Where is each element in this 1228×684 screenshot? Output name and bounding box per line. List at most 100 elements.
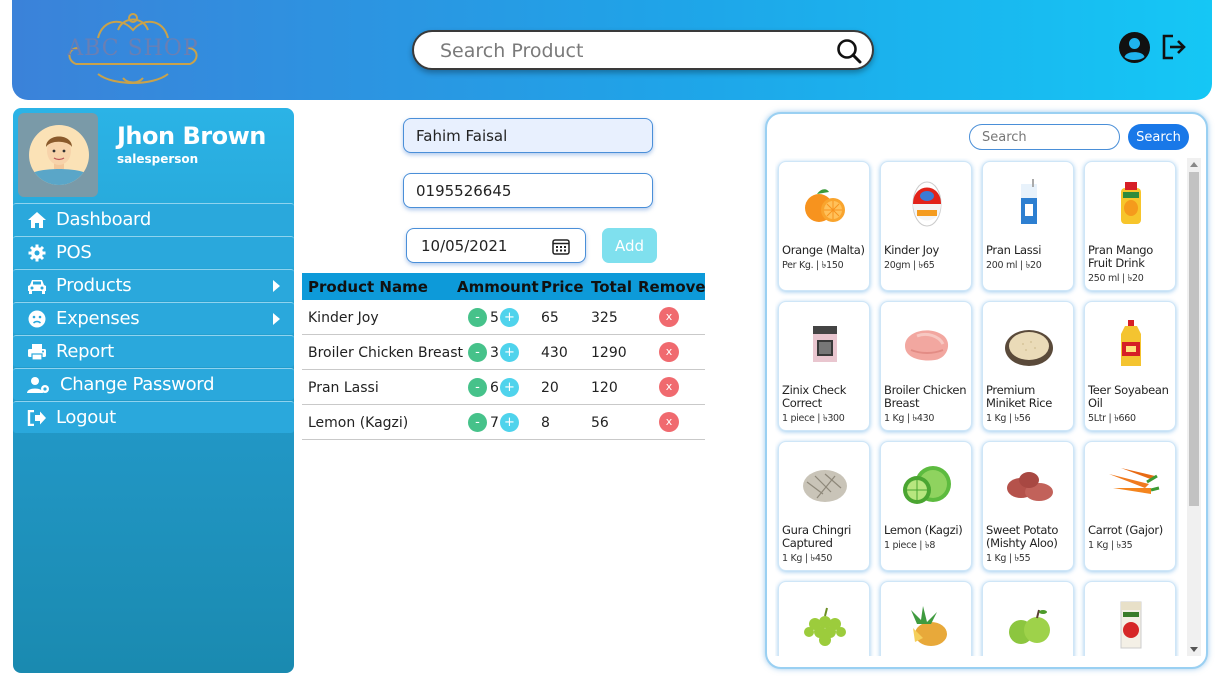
product-card[interactable]: Teer Soyabean Oil 5Ltr | ৳660: [1084, 301, 1176, 431]
product-panel: Search Orange (Malta) Per Kg. | ৳150 Kin: [765, 112, 1208, 669]
cell-price: 65: [541, 310, 559, 326]
product-name: Teer Soyabean Oil: [1088, 383, 1169, 410]
sidebar: Jhon Brown salesperson Dashboard POS Pro…: [13, 108, 294, 673]
product-meta: Per Kg. | ৳150: [782, 260, 844, 271]
panel-search-button[interactable]: Search: [1128, 124, 1189, 150]
cell-total: 325: [591, 310, 618, 326]
printer-icon: [26, 341, 48, 363]
sidebar-item-label: Products: [56, 275, 132, 296]
product-search-input[interactable]: [440, 38, 820, 64]
sidebar-item-products[interactable]: Products: [13, 269, 294, 301]
cell-price: 20: [541, 380, 559, 396]
chicken-breast-icon: [905, 330, 949, 361]
product-name: Broiler Chicken Breast: [884, 383, 967, 410]
product-card[interactable]: Lemon (Kagzi) 1 piece | ৳8: [880, 441, 972, 571]
product-card[interactable]: [778, 581, 870, 656]
profile-name: Jhon Brown: [117, 122, 266, 150]
avatar: [18, 113, 98, 197]
product-card[interactable]: Sweet Potato (Mishty Aloo) 1 Kg | ৳55: [982, 441, 1074, 571]
logout-icon[interactable]: [1161, 33, 1187, 61]
product-name: Pran Mango Fruit Drink: [1088, 243, 1154, 270]
product-meta: 1 Kg | ৳450: [782, 553, 833, 564]
table-row: Pran Lassi - 6 + 20 120 x: [302, 370, 705, 405]
mango-drink-icon: [1121, 182, 1141, 224]
user-profile: Jhon Brown salesperson: [13, 108, 294, 202]
avatar-image: [29, 125, 89, 185]
sweet-potato-icon: [1007, 472, 1053, 501]
sidebar-item-change-password[interactable]: Change Password: [13, 368, 294, 400]
product-name: Pran Lassi: [986, 243, 1042, 257]
scroll-up-icon[interactable]: [1190, 162, 1198, 167]
remove-item-button[interactable]: x: [659, 342, 679, 362]
increase-qty-button[interactable]: +: [500, 413, 519, 432]
product-name: Lemon (Kagzi): [884, 523, 963, 537]
shop-logo[interactable]: ABC SHOP: [58, 8, 208, 88]
user-account-icon[interactable]: [1118, 31, 1151, 64]
lassi-pack-icon: [1021, 179, 1037, 224]
panel-search-input[interactable]: [969, 124, 1120, 150]
product-card[interactable]: Kinder Joy 20gm | ৳65: [880, 161, 972, 291]
kinder-joy-icon: [912, 181, 942, 227]
cell-qty: 3: [490, 345, 499, 361]
shrimp-icon: [803, 470, 847, 502]
zinix-pack-icon: [813, 326, 837, 362]
cell-price: 8: [541, 415, 550, 431]
phone-input[interactable]: [403, 173, 653, 208]
oil-bottle-icon: [1121, 320, 1141, 366]
cart-header-row: Product Name Ammount Price Total Remove: [302, 273, 706, 300]
product-card[interactable]: Pran Lassi 200 ml | ৳20: [982, 161, 1074, 291]
rice-bowl-icon: [1005, 330, 1053, 366]
sign-out-icon: [26, 407, 48, 429]
product-card[interactable]: Zinix Check Correct 1 piece | ৳300: [778, 301, 870, 431]
decrease-qty-button[interactable]: -: [468, 308, 487, 327]
remove-item-button[interactable]: x: [659, 307, 679, 327]
sidebar-menu: Dashboard POS Products Expenses Report C…: [13, 203, 294, 434]
product-card[interactable]: Orange (Malta) Per Kg. | ৳150: [778, 161, 870, 291]
customer-name-input[interactable]: [403, 118, 653, 153]
product-card[interactable]: Premium Miniket Rice 1 Kg | ৳56: [982, 301, 1074, 431]
decrease-qty-button[interactable]: -: [468, 413, 487, 432]
sidebar-item-label: Change Password: [60, 374, 215, 395]
date-input[interactable]: 10/05/2021: [406, 228, 586, 263]
green-apple-icon: [1009, 609, 1050, 644]
date-value: 10/05/2021: [421, 237, 508, 255]
decrease-qty-button[interactable]: -: [468, 343, 487, 362]
product-card[interactable]: Carrot (Gajor) 1 Kg | ৳35: [1084, 441, 1176, 571]
increase-qty-button[interactable]: +: [500, 378, 519, 397]
table-row: Kinder Joy - 5 + 65 325 x: [302, 300, 705, 335]
add-button[interactable]: Add: [602, 228, 657, 263]
product-meta: 5Ltr | ৳660: [1088, 413, 1136, 424]
product-card[interactable]: [880, 581, 972, 656]
remove-item-button[interactable]: x: [659, 377, 679, 397]
cell-product-name: Kinder Joy: [308, 310, 379, 326]
sidebar-item-expenses[interactable]: Expenses: [13, 302, 294, 334]
cell-qty: 7: [490, 415, 499, 431]
product-name: Premium Miniket Rice: [986, 383, 1053, 410]
car-icon: [26, 275, 48, 297]
remove-item-button[interactable]: x: [659, 412, 679, 432]
orange-icon: [805, 189, 845, 222]
product-card[interactable]: Pran Mango Fruit Drink 250 ml | ৳20: [1084, 161, 1176, 291]
product-grid-scrollbar[interactable]: [1187, 158, 1201, 656]
sidebar-item-label: Dashboard: [56, 209, 151, 230]
search-icon[interactable]: [836, 38, 862, 64]
decrease-qty-button[interactable]: -: [468, 378, 487, 397]
sidebar-item-report[interactable]: Report: [13, 335, 294, 367]
sidebar-item-dashboard[interactable]: Dashboard: [13, 203, 294, 235]
product-card[interactable]: Broiler Chicken Breast 1 Kg | ৳430: [880, 301, 972, 431]
sidebar-item-pos[interactable]: POS: [13, 236, 294, 268]
table-row: Lemon (Kagzi) - 7 + 8 56 x: [302, 405, 705, 440]
product-card[interactable]: Gura Chingri Captured 1 Kg | ৳450: [778, 441, 870, 571]
increase-qty-button[interactable]: +: [500, 308, 519, 327]
scrollbar-thumb[interactable]: [1189, 172, 1199, 506]
calendar-icon[interactable]: [552, 238, 570, 255]
product-card[interactable]: [1084, 581, 1176, 656]
scroll-down-icon[interactable]: [1190, 647, 1198, 652]
column-header: Product Name: [308, 278, 428, 296]
gear-icon: [26, 242, 48, 264]
product-card[interactable]: [982, 581, 1074, 656]
product-name: Gura Chingri Captured: [782, 523, 852, 550]
increase-qty-button[interactable]: +: [500, 343, 519, 362]
product-meta: 1 Kg | ৳56: [986, 413, 1031, 424]
sidebar-item-logout[interactable]: Logout: [13, 401, 294, 433]
